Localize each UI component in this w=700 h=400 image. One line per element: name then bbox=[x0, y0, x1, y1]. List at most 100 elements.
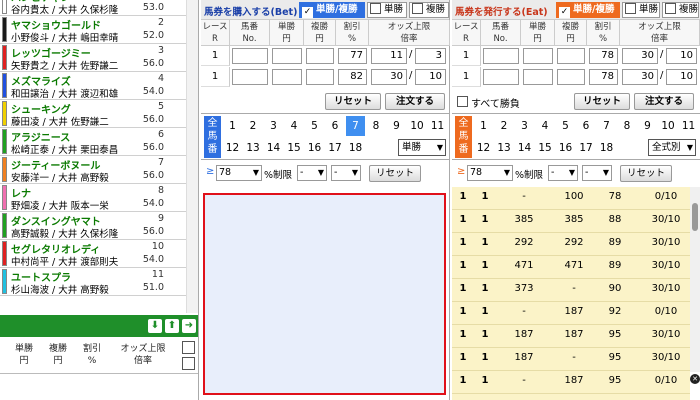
eat-place-checkbox[interactable]: 複勝 bbox=[662, 2, 699, 18]
horse-number-button[interactable]: 7 bbox=[346, 116, 365, 136]
horse-list-scrollbar[interactable] bbox=[186, 0, 198, 313]
eat-type-select[interactable]: 全式別 ▼ bbox=[648, 139, 696, 156]
horse-number-button[interactable]: 6 bbox=[577, 116, 596, 136]
order-odds2-input[interactable]: 10 bbox=[415, 69, 446, 85]
horse-number-button[interactable]: 11 bbox=[679, 116, 698, 136]
bet-filter-max[interactable]: - ▼ bbox=[331, 165, 361, 181]
horse-number-button[interactable]: 10 bbox=[408, 116, 427, 136]
table-row[interactable]: 1 1 373 - 90 30/10 bbox=[452, 279, 690, 302]
horse-number-button[interactable]: 12 bbox=[474, 138, 493, 158]
eat-order-button[interactable]: 注文する bbox=[634, 93, 694, 110]
horse-number-button[interactable]: 6 bbox=[326, 116, 345, 136]
horse-number-button[interactable]: 4 bbox=[285, 116, 304, 136]
table-row[interactable]: 1 1 187 187 95 30/10 bbox=[452, 325, 690, 348]
horse-row[interactable]: セグレタリオレディ 中村尚平 / 大井 渡部則夫 10 54.0 bbox=[0, 240, 186, 268]
horse-row[interactable]: ハンビチャン谷内貴太 / 大井 久保杉隆153.0 bbox=[0, 0, 186, 16]
table-row[interactable]: 1 1 187 - 95 30/10 bbox=[452, 348, 690, 371]
table-row[interactable]: 1 1 385 385 88 30/10 bbox=[452, 210, 690, 233]
order-win-input[interactable] bbox=[272, 48, 302, 64]
bet-win-checkbox[interactable]: 単勝 bbox=[367, 2, 407, 18]
order-odds1-input[interactable]: 11 bbox=[371, 48, 407, 64]
horse-row[interactable]: ヤマショウゴールド 小野俊斗 / 大井 嶋田幸晴 2 52.0 bbox=[0, 16, 186, 44]
bet-win-place-checkbox[interactable]: ✓ 単勝/複勝 bbox=[299, 2, 365, 18]
horse-number-button[interactable]: 11 bbox=[428, 116, 447, 136]
horse-row[interactable]: レナ 野畑凌 / 大井 阪本一栄 8 54.0 bbox=[0, 184, 186, 212]
order-place-input[interactable] bbox=[306, 69, 334, 85]
table-row[interactable]: 1 1 471 471 89 30/10 bbox=[452, 256, 690, 279]
horse-number-button[interactable]: 14 bbox=[515, 138, 534, 158]
horse-number-button[interactable]: 5 bbox=[556, 116, 575, 136]
horse-number-button[interactable]: 1 bbox=[223, 116, 242, 136]
eat-win-place-checkbox[interactable]: ✓ 単勝/複勝 bbox=[556, 2, 620, 18]
bet-all-numbers-button[interactable]: 全 馬 番 bbox=[204, 116, 221, 158]
close-icon[interactable]: ✕ bbox=[690, 372, 700, 400]
horse-row[interactable]: メズマライズ 和田譲治 / 大井 渡辺和雄 4 54.0 bbox=[0, 72, 186, 100]
horse-number-button[interactable]: 15 bbox=[285, 138, 304, 158]
table-row[interactable]: 1 1 - 100 78 0/10 bbox=[452, 187, 690, 210]
horse-number-button[interactable]: 8 bbox=[367, 116, 386, 136]
bet-filter-reset-button[interactable]: リセット bbox=[369, 165, 421, 182]
horse-number-button[interactable]: 18 bbox=[346, 138, 365, 158]
horse-number-button[interactable]: 3 bbox=[264, 116, 283, 136]
horse-number-button[interactable]: 3 bbox=[515, 116, 534, 136]
order-discount-input[interactable]: 78 bbox=[589, 48, 618, 64]
list-icon[interactable] bbox=[182, 341, 195, 354]
order-place-input[interactable] bbox=[557, 48, 585, 64]
order-win-input[interactable] bbox=[272, 69, 302, 85]
horse-number-button[interactable]: 17 bbox=[577, 138, 596, 158]
order-odds1-input[interactable]: 30 bbox=[622, 69, 658, 85]
horse-number-button[interactable]: 8 bbox=[618, 116, 637, 136]
horse-number-button[interactable]: 14 bbox=[264, 138, 283, 158]
bet-place-checkbox[interactable]: 複勝 bbox=[409, 2, 449, 18]
bet-filter-input[interactable]: 78 ▼ bbox=[216, 165, 262, 181]
order-discount-input[interactable]: 77 bbox=[338, 48, 367, 64]
eat-filter-input[interactable]: 78 ▼ bbox=[467, 165, 513, 181]
eat-filter-reset-button[interactable]: リセット bbox=[620, 165, 672, 182]
order-place-input[interactable] bbox=[306, 48, 334, 64]
eat-all-numbers-button[interactable]: 全 馬 番 bbox=[455, 116, 472, 158]
order-win-input[interactable] bbox=[523, 48, 553, 64]
order-odds2-input[interactable]: 10 bbox=[666, 48, 697, 64]
horse-number-button[interactable]: 18 bbox=[597, 138, 616, 158]
horse-number-button[interactable]: 2 bbox=[495, 116, 514, 136]
horse-row[interactable]: シューキング 藤田凌 / 大井 佐野謙二 5 56.0 bbox=[0, 100, 186, 128]
order-discount-input[interactable]: 82 bbox=[338, 69, 367, 85]
eat-reset-button[interactable]: リセット bbox=[574, 93, 630, 110]
horse-row[interactable]: アラジニース 松崎正泰 / 大井 栗田泰昌 6 56.0 bbox=[0, 128, 186, 156]
horse-row[interactable]: ジーティーボヌール 安藤洋一 / 大井 高野毅 7 56.0 bbox=[0, 156, 186, 184]
horse-number-button[interactable]: 1 bbox=[474, 116, 493, 136]
horse-number-button[interactable]: 16 bbox=[305, 138, 324, 158]
order-odds1-input[interactable]: 30 bbox=[622, 48, 658, 64]
order-horse-input[interactable] bbox=[483, 69, 519, 85]
horse-number-button[interactable]: 16 bbox=[556, 138, 575, 158]
table-row[interactable]: 1 1 - 187 95 0/10 bbox=[452, 371, 690, 394]
eat-table-scrollbar[interactable] bbox=[690, 187, 700, 400]
horse-number-button[interactable]: 13 bbox=[244, 138, 263, 158]
horse-number-button[interactable]: 2 bbox=[244, 116, 263, 136]
order-odds1-input[interactable]: 30 bbox=[371, 69, 407, 85]
eat-filter-min[interactable]: - ▼ bbox=[548, 165, 578, 181]
eat-filter-max[interactable]: - ▼ bbox=[582, 165, 612, 181]
order-odds2-input[interactable]: 3 bbox=[415, 48, 446, 64]
bet-filter-min[interactable]: - ▼ bbox=[297, 165, 327, 181]
horse-number-button[interactable]: 5 bbox=[305, 116, 324, 136]
table-row[interactable]: 1 1 292 292 89 30/10 bbox=[452, 233, 690, 256]
move-down-icon[interactable]: ⬇ bbox=[148, 319, 162, 333]
bet-reset-button[interactable]: リセット bbox=[325, 93, 381, 110]
bet-order-button[interactable]: 注文する bbox=[385, 93, 445, 110]
order-place-input[interactable] bbox=[557, 69, 585, 85]
horse-number-button[interactable]: 17 bbox=[326, 138, 345, 158]
horse-number-button[interactable]: 12 bbox=[223, 138, 242, 158]
horse-number-button[interactable]: 15 bbox=[536, 138, 555, 158]
grid-icon[interactable] bbox=[182, 357, 195, 370]
horse-row[interactable]: ユートスプラ 杉山海波 / 大井 高野毅 11 51.0 bbox=[0, 268, 186, 296]
order-horse-input[interactable] bbox=[483, 48, 519, 64]
next-icon[interactable]: ➜ bbox=[182, 319, 196, 333]
horse-number-button[interactable]: 9 bbox=[638, 116, 657, 136]
bet-type-select[interactable]: 単勝 ▼ bbox=[398, 139, 446, 156]
order-horse-input[interactable] bbox=[232, 48, 268, 64]
horse-number-button[interactable]: 4 bbox=[536, 116, 555, 136]
horse-number-button[interactable]: 13 bbox=[495, 138, 514, 158]
move-up-icon[interactable]: ⬆ bbox=[165, 319, 179, 333]
order-odds2-input[interactable]: 10 bbox=[666, 69, 697, 85]
